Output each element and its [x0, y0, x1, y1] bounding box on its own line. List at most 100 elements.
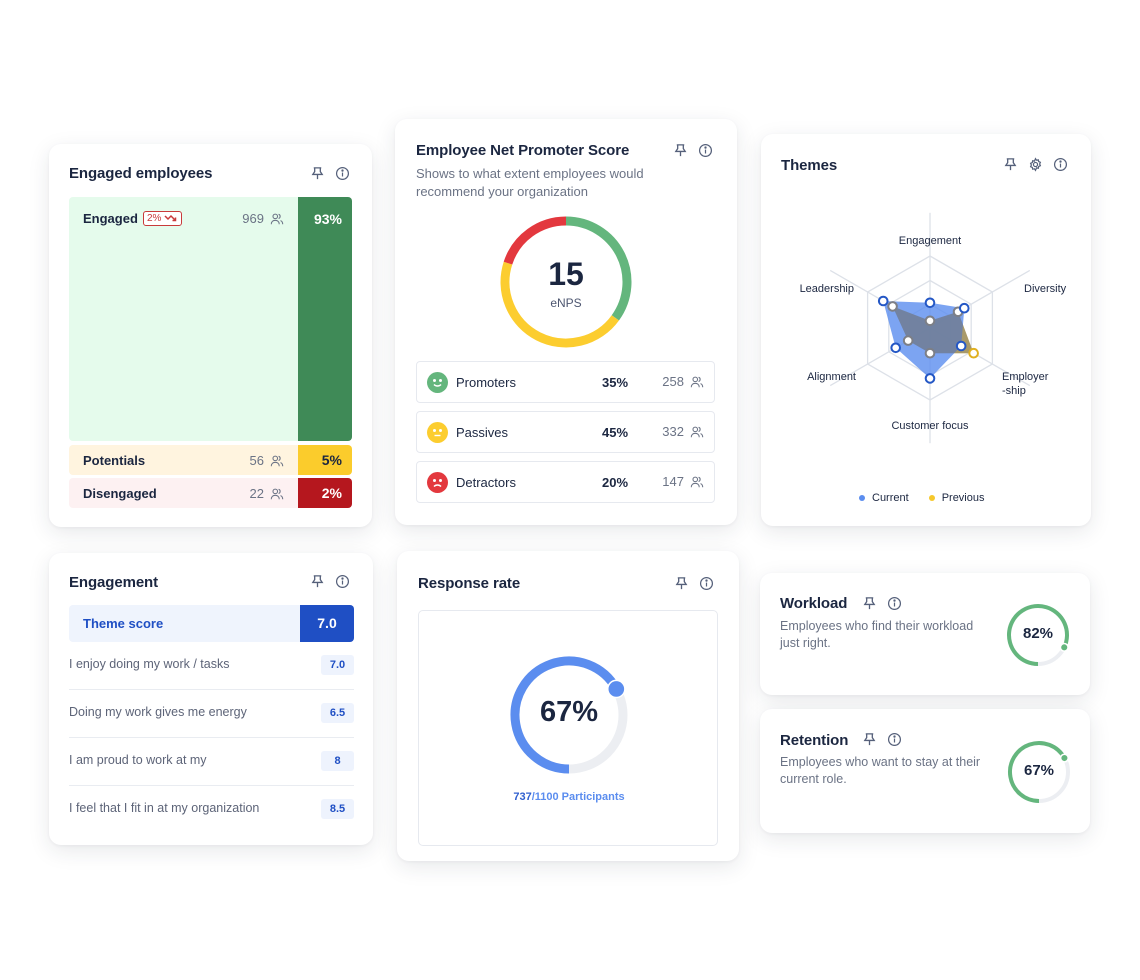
- promoters-row[interactable]: Promoters 35% 258: [416, 361, 715, 403]
- promoters-percent: 35%: [602, 375, 629, 390]
- pin-icon[interactable]: [673, 143, 688, 158]
- detractors-percent: 20%: [602, 475, 629, 490]
- passives-count: 332: [662, 424, 704, 439]
- promoters-label: Promoters: [456, 375, 516, 390]
- response-rate-card: Response rate 67% 737/1100 Participants: [397, 551, 739, 861]
- radar-point-previous[interactable]: [924, 315, 936, 327]
- legend-label: Previous: [941, 492, 985, 504]
- engaged-label: Engaged: [83, 211, 138, 226]
- count-value: 332: [662, 424, 684, 439]
- info-icon[interactable]: [699, 576, 714, 591]
- sad-face-icon: [427, 472, 448, 493]
- info-icon[interactable]: [335, 166, 350, 181]
- pin-icon[interactable]: [862, 732, 877, 747]
- ring-end-dot: [1059, 642, 1069, 652]
- radar-point-previous[interactable]: [902, 335, 914, 346]
- statement-text: I feel that I fit in at my organization: [69, 801, 260, 815]
- count-value: 258: [662, 374, 684, 389]
- radar-point-previous[interactable]: [968, 347, 979, 359]
- smile-face-icon: [427, 372, 448, 393]
- enps-score-label: eNPS: [550, 296, 582, 310]
- settings-gear-icon[interactable]: [1028, 157, 1043, 172]
- count-value: 969: [242, 211, 264, 226]
- responded-count: 737: [513, 791, 532, 803]
- statement-score: 6.5: [321, 703, 354, 723]
- disengaged-row[interactable]: Disengaged 22: [69, 478, 298, 508]
- radar-point-current[interactable]: [924, 297, 936, 309]
- radar-point-current[interactable]: [958, 302, 970, 314]
- passives-row[interactable]: Passives 45% 332: [416, 411, 715, 453]
- detractors-label: Detractors: [456, 475, 516, 490]
- users-icon: [270, 488, 284, 499]
- ring-end-dot: [607, 679, 626, 699]
- themes-card: Themes Engagement Diversity Employer -ship C…: [761, 134, 1091, 526]
- card-title: Employee Net Promoter Score: [416, 142, 630, 159]
- radar-point-current[interactable]: [890, 342, 902, 354]
- percent-value: 93%: [313, 211, 342, 227]
- statement-item[interactable]: I enjoy doing my work / tasks 7.0: [69, 642, 354, 690]
- statement-score: 7.0: [321, 655, 354, 675]
- disengaged-percent: 2%: [298, 478, 352, 508]
- card-description: Employees who find their workload just r…: [780, 619, 974, 650]
- users-icon: [270, 455, 284, 466]
- theme-score-value: 7.0: [300, 605, 354, 642]
- statement-item[interactable]: Doing my work gives me energy 6.5: [69, 690, 354, 738]
- pin-icon[interactable]: [862, 596, 877, 611]
- pin-icon[interactable]: [674, 576, 689, 591]
- info-icon[interactable]: [335, 574, 350, 589]
- card-title: Response rate: [418, 575, 521, 592]
- passives-label: Passives: [456, 425, 509, 440]
- card-title: Themes: [781, 157, 838, 174]
- engaged-percent: 93%: [298, 197, 352, 441]
- detractors-count: 147: [662, 474, 704, 489]
- pin-icon[interactable]: [310, 574, 325, 589]
- enps-score: 15: [548, 256, 584, 292]
- count-value: 22: [249, 486, 264, 501]
- trend-value: 2%: [147, 213, 162, 224]
- theme-score-row[interactable]: Theme score 7.0: [69, 605, 354, 642]
- statement-list: I enjoy doing my work / tasks 7.0 Doing …: [49, 642, 373, 842]
- retention-percent: 67%: [1023, 762, 1055, 779]
- legend-previous[interactable]: Previous: [928, 492, 985, 504]
- trend-badge: 2%: [143, 211, 183, 226]
- disengaged-count: 22: [250, 486, 284, 501]
- theme-score-label: Theme score: [83, 616, 164, 631]
- radar-point-previous[interactable]: [887, 301, 898, 312]
- card-title: Retention: [780, 732, 849, 749]
- pin-icon[interactable]: [310, 166, 325, 181]
- statement-item[interactable]: I feel that I fit in at my organization …: [69, 786, 354, 834]
- trend-down-icon: [164, 214, 177, 222]
- info-icon[interactable]: [1053, 157, 1068, 172]
- detractors-row[interactable]: Detractors 20% 147: [416, 461, 715, 503]
- legend: Current Previous: [859, 492, 984, 504]
- potentials-percent: 5%: [298, 445, 352, 475]
- workload-card: Workload Employees who find their worklo…: [760, 573, 1090, 695]
- radar-point-previous[interactable]: [924, 347, 936, 359]
- info-icon[interactable]: [698, 143, 713, 158]
- info-icon[interactable]: [887, 732, 902, 747]
- radar-point-current[interactable]: [924, 373, 936, 384]
- pin-icon[interactable]: [1003, 157, 1018, 172]
- legend-current[interactable]: Current: [859, 492, 909, 504]
- radar-axis-label: -ship: [1002, 385, 1026, 397]
- percent-value: 5%: [321, 452, 342, 468]
- radar-axis-label: Customer focus: [891, 420, 969, 432]
- radar-axis-label: Diversity: [1024, 283, 1067, 295]
- statement-item[interactable]: I am proud to work at my 8: [69, 738, 354, 786]
- statement-score: 8.5: [321, 799, 354, 819]
- engaged-employees-card: Engaged employees Engaged 2% 969 93% Pot…: [49, 144, 372, 527]
- enps-card: Employee Net Promoter Score Shows to wha…: [395, 119, 737, 525]
- engaged-row[interactable]: Engaged 2% 969: [69, 197, 298, 441]
- card-title: Engaged employees: [69, 165, 213, 182]
- neutral-face-icon: [427, 422, 448, 443]
- card-subtitle: Shows to what extent employees would rec…: [416, 166, 644, 199]
- count-value: 147: [662, 474, 684, 489]
- workload-percent: 82%: [1022, 625, 1054, 642]
- statement-text: Doing my work gives me energy: [69, 705, 247, 719]
- legend-dot-current: [859, 495, 865, 501]
- radar-point-current[interactable]: [955, 340, 967, 352]
- info-icon[interactable]: [887, 596, 902, 611]
- promoters-count: 258: [662, 374, 704, 389]
- potentials-row[interactable]: Potentials 56: [69, 445, 298, 475]
- radar-point-current[interactable]: [877, 295, 889, 307]
